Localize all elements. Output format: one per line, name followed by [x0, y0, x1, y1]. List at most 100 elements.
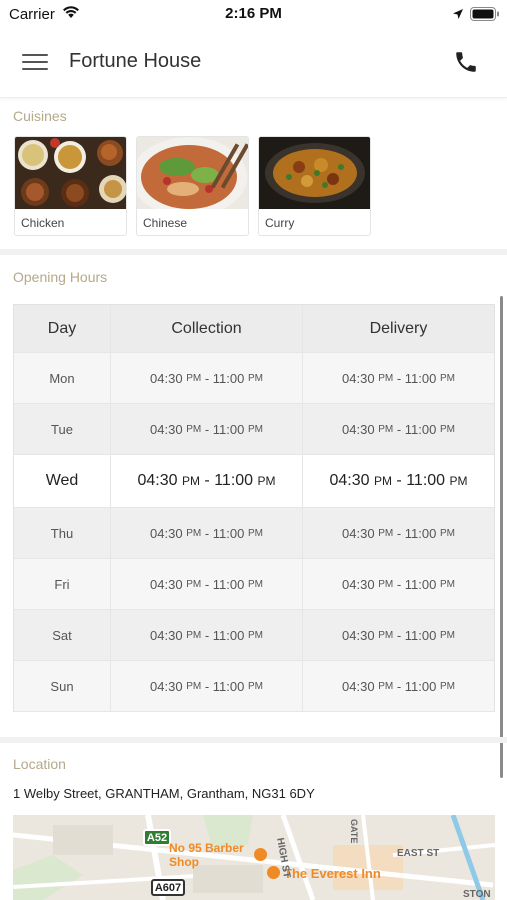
- road-sign-a607: A607: [151, 879, 185, 896]
- close-ampm: PM: [439, 527, 455, 539]
- open-time: 04:30: [342, 576, 375, 592]
- restaurant-title: Fortune House: [69, 50, 202, 72]
- collection-hours-cell: 04:30 PM - 11:00 PM: [111, 404, 303, 454]
- close-ampm: PM: [247, 578, 263, 590]
- table-row: Wed 04:30 PM - 11:00 PM 04:30 PM - 11:00 P…: [14, 455, 494, 508]
- day-cell: Thu: [14, 508, 111, 558]
- cuisine-label: Chicken: [21, 216, 65, 230]
- collection-hours-cell: 04:30 PM - 11:00 PM: [111, 508, 303, 558]
- open-time: 04:30: [329, 472, 370, 489]
- close-ampm: PM: [247, 527, 263, 539]
- close-time: 11:00: [404, 678, 437, 694]
- open-ampm: PM: [186, 372, 202, 384]
- open-ampm: PM: [373, 474, 392, 488]
- scrollbar[interactable]: [500, 296, 503, 778]
- column-header-day: Day: [14, 305, 111, 352]
- column-header-collection: Collection: [111, 305, 303, 352]
- open-ampm: PM: [186, 527, 202, 539]
- close-ampm: PM: [257, 474, 276, 488]
- table-row: Sat 04:30 PM - 11:00 PM 04:30 PM - 11:00 P…: [14, 610, 494, 661]
- close-time: 11:00: [404, 525, 437, 541]
- restaurant-address: 1 Welby Street, GRANTHAM, Grantham, NG31…: [13, 786, 315, 801]
- road-sign-a52: A52: [143, 829, 171, 846]
- open-time: 04:30: [342, 525, 375, 541]
- status-bar: Carrier 2:16 PM: [0, 0, 507, 30]
- restaurant-marker-icon[interactable]: [267, 866, 280, 879]
- close-time: 11:00: [212, 525, 245, 541]
- close-ampm: PM: [439, 629, 455, 641]
- street-label-gate: GATE: [349, 819, 359, 844]
- street-label-east: EAST ST: [397, 848, 440, 859]
- open-time: 04:30: [342, 370, 375, 386]
- collection-hours-cell: 04:30 PM - 11:00 PM: [111, 610, 303, 660]
- day-cell: Sun: [14, 661, 111, 711]
- close-ampm: PM: [247, 680, 263, 692]
- open-time: 04:30: [150, 525, 183, 541]
- open-time: 04:30: [342, 421, 375, 437]
- close-ampm: PM: [439, 680, 455, 692]
- day-cell: Wed: [14, 455, 111, 507]
- open-ampm: PM: [378, 527, 394, 539]
- cuisine-label: Chinese: [143, 216, 188, 230]
- collection-hours-cell: 04:30 PM - 11:00 PM: [111, 661, 303, 711]
- delivery-hours-cell: 04:30 PM - 11:00 PM: [342, 576, 455, 592]
- close-time: 11:00: [212, 370, 245, 386]
- location-arrow-icon: [452, 7, 464, 25]
- clock: 2:16 PM: [225, 5, 282, 22]
- close-time: 11:00: [212, 627, 245, 643]
- table-row: Sun 04:30 PM - 11:00 PM 04:30 PM - 11:00 P…: [14, 661, 494, 712]
- close-time: 11:00: [212, 576, 245, 592]
- open-time: 04:30: [150, 576, 183, 592]
- location-map[interactable]: A52 A607 No 95 Barber Shop The Everest I…: [13, 815, 495, 900]
- open-time: 04:30: [137, 472, 178, 489]
- delivery-hours-cell: 04:30 PM - 11:00 PM: [329, 472, 468, 489]
- open-time: 04:30: [342, 678, 375, 694]
- open-time: 04:30: [150, 678, 183, 694]
- open-ampm: PM: [186, 680, 202, 692]
- open-time: 04:30: [150, 421, 183, 437]
- app-header: Fortune House: [0, 30, 507, 98]
- phone-icon[interactable]: [453, 49, 481, 77]
- open-ampm: PM: [378, 423, 394, 435]
- close-time: 11:00: [406, 472, 446, 489]
- poi-marker-icon[interactable]: [254, 848, 267, 861]
- open-time: 04:30: [150, 370, 183, 386]
- open-ampm: PM: [378, 578, 394, 590]
- day-cell: Fri: [14, 559, 111, 609]
- table-row: Mon 04:30 PM - 11:00 PM 04:30 PM - 11:00 P…: [14, 353, 494, 404]
- open-ampm: PM: [186, 578, 202, 590]
- close-ampm: PM: [439, 578, 455, 590]
- close-time: 11:00: [404, 370, 437, 386]
- delivery-hours-cell: 04:30 PM - 11:00 PM: [342, 421, 455, 437]
- cuisine-card-curry[interactable]: Curry: [258, 136, 371, 236]
- collection-hours-cell: 04:30 PM - 11:00 PM: [111, 559, 303, 609]
- poi-everest-inn[interactable]: The Everest Inn: [284, 866, 381, 881]
- open-ampm: PM: [378, 372, 394, 384]
- close-ampm: PM: [247, 423, 263, 435]
- cuisine-label: Curry: [265, 216, 295, 230]
- close-time: 11:00: [404, 421, 437, 437]
- close-ampm: PM: [439, 372, 455, 384]
- poi-barber-shop[interactable]: No 95 Barber Shop: [169, 841, 251, 869]
- delivery-hours-cell: 04:30 PM - 11:00 PM: [342, 627, 455, 643]
- chicken-dish-image: [15, 137, 126, 209]
- close-ampm: PM: [247, 629, 263, 641]
- cuisine-card-chinese[interactable]: Chinese: [136, 136, 249, 236]
- table-row: Fri 04:30 PM - 11:00 PM 04:30 PM - 11:00 P…: [14, 559, 494, 610]
- section-divider: [0, 249, 507, 255]
- day-cell: Tue: [14, 404, 111, 454]
- close-ampm: PM: [439, 423, 455, 435]
- close-time: 11:00: [212, 421, 245, 437]
- hamburger-menu-icon[interactable]: [22, 52, 48, 72]
- curry-dish-image: [259, 137, 370, 209]
- close-time: 11:00: [404, 576, 437, 592]
- location-section-title: Location: [13, 756, 66, 772]
- column-header-delivery: Delivery: [369, 319, 428, 337]
- close-time: 11:00: [404, 627, 437, 643]
- table-row: Thu 04:30 PM - 11:00 PM 04:30 PM - 11:00 P…: [14, 508, 494, 559]
- open-time: 04:30: [150, 627, 183, 643]
- opening-hours-table: Day Collection Delivery Mon 04:30 PM - 11…: [13, 304, 495, 712]
- cuisine-card-chicken[interactable]: Chicken: [14, 136, 127, 236]
- battery-icon: [470, 7, 500, 26]
- opening-hours-section-title: Opening Hours: [13, 269, 108, 285]
